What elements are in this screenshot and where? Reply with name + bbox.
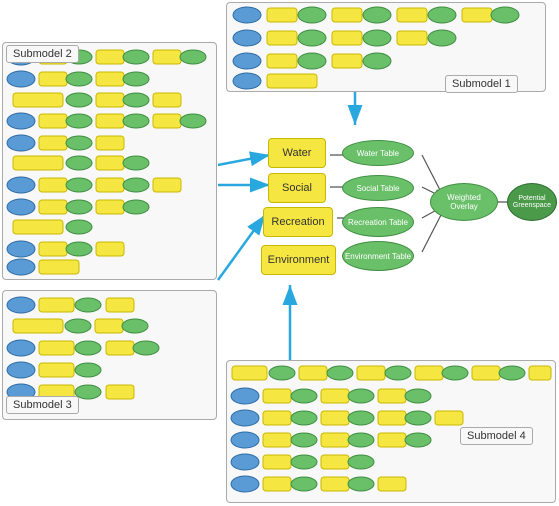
social-node: Social (268, 173, 326, 203)
submodel2-mini-nodes (3, 43, 216, 279)
recreation-node: Recreation (263, 207, 333, 237)
submodel1-label: Submodel 1 (445, 75, 518, 93)
submodel4-label: Submodel 4 (460, 427, 533, 445)
weighted-overlay-node: Weighted Overlay (430, 183, 498, 221)
environment-node: Environment (261, 245, 336, 275)
submodel2-label: Submodel 2 (6, 45, 79, 63)
diagram-container: Submodel 1 (0, 0, 559, 506)
submodel3-label: Submodel 3 (6, 396, 79, 414)
social-table-node: Social Table (342, 175, 414, 201)
environment-table-node: Environment Table (342, 241, 414, 271)
recreation-table-node: Recreation Table (342, 207, 414, 237)
water-table-node: Water Table (342, 140, 414, 166)
water-node: Water (268, 138, 326, 168)
potential-greenspace-node: Potential Greenspace (507, 183, 557, 221)
submodel2-panel (2, 42, 217, 280)
